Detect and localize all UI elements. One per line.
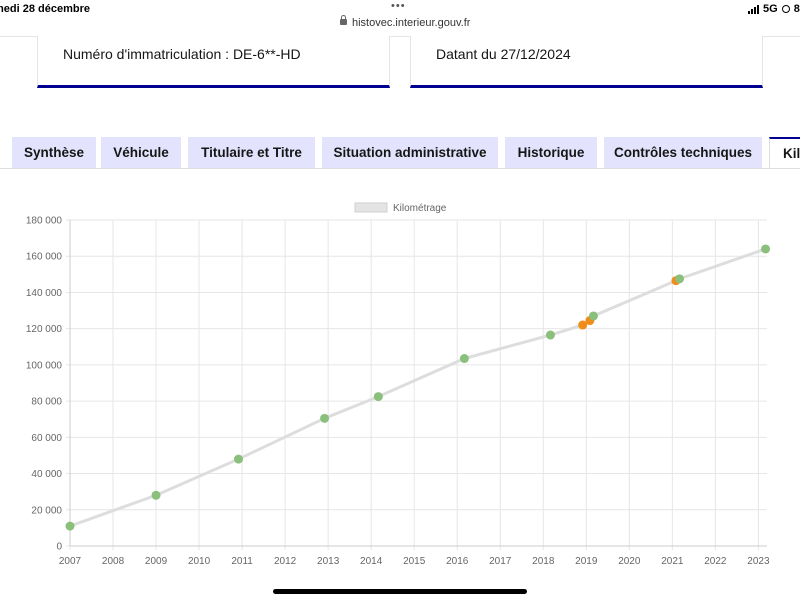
mileage-point[interactable] xyxy=(545,330,555,340)
mileage-point[interactable] xyxy=(373,392,383,402)
y-tick-label: 0 xyxy=(56,542,62,553)
x-tick-label: 2016 xyxy=(446,556,469,567)
y-tick-label: 60 000 xyxy=(31,433,62,444)
mileage-point[interactable] xyxy=(151,490,161,500)
mileage-point[interactable] xyxy=(675,274,685,284)
y-tick-label: 80 000 xyxy=(31,397,62,408)
x-tick-label: 2011 xyxy=(231,556,253,567)
x-tick-label: 2023 xyxy=(747,556,770,567)
mileage-point[interactable] xyxy=(320,413,330,423)
x-tick-label: 2015 xyxy=(403,556,426,567)
mileage-line xyxy=(69,247,767,528)
x-tick-label: 2018 xyxy=(532,556,555,567)
x-tick-label: 2013 xyxy=(317,556,340,567)
legend-swatch[interactable] xyxy=(354,202,388,213)
x-tick-label: 2020 xyxy=(618,556,641,567)
x-tick-label: 2017 xyxy=(489,556,512,567)
x-tick-label: 2014 xyxy=(360,556,383,567)
x-tick-label: 2019 xyxy=(575,556,598,567)
home-indicator[interactable] xyxy=(273,589,527,594)
legend-label[interactable]: Kilométrage xyxy=(393,203,447,214)
x-tick-label: 2010 xyxy=(188,556,211,567)
y-tick-label: 20 000 xyxy=(31,505,62,516)
x-tick-label: 2007 xyxy=(59,556,82,567)
mileage-point[interactable] xyxy=(459,354,469,364)
mileage-point[interactable] xyxy=(234,454,244,464)
x-tick-label: 2009 xyxy=(145,556,168,567)
x-tick-label: 2022 xyxy=(704,556,727,567)
x-tick-label: 2008 xyxy=(102,556,125,567)
y-tick-label: 140 000 xyxy=(26,288,63,299)
chart-grid xyxy=(66,219,767,550)
mileage-point[interactable] xyxy=(65,521,75,531)
x-axis: 2007 2008 2009 2010 2011 2012 2013 2014 2015 2016… xyxy=(59,556,770,567)
y-tick-label: 160 000 xyxy=(26,252,63,263)
mileage-point[interactable] xyxy=(761,244,771,254)
mileage-point[interactable] xyxy=(588,311,598,321)
y-tick-label: 120 000 xyxy=(26,324,63,335)
x-tick-label: 2021 xyxy=(661,556,684,567)
chart-legend: Kilométrage xyxy=(354,202,447,214)
y-tick-label: 180 000 xyxy=(26,216,63,227)
y-tick-label: 40 000 xyxy=(31,469,62,480)
mileage-chart: 0 20 000 40 000 60 000 80 000 100 000 120 000 1… xyxy=(26,202,771,567)
y-tick-label: 100 000 xyxy=(26,360,63,371)
y-axis: 0 20 000 40 000 60 000 80 000 100 000 120 000 1… xyxy=(26,216,63,553)
mileage-series xyxy=(65,244,771,531)
x-tick-label: 2012 xyxy=(274,556,297,567)
